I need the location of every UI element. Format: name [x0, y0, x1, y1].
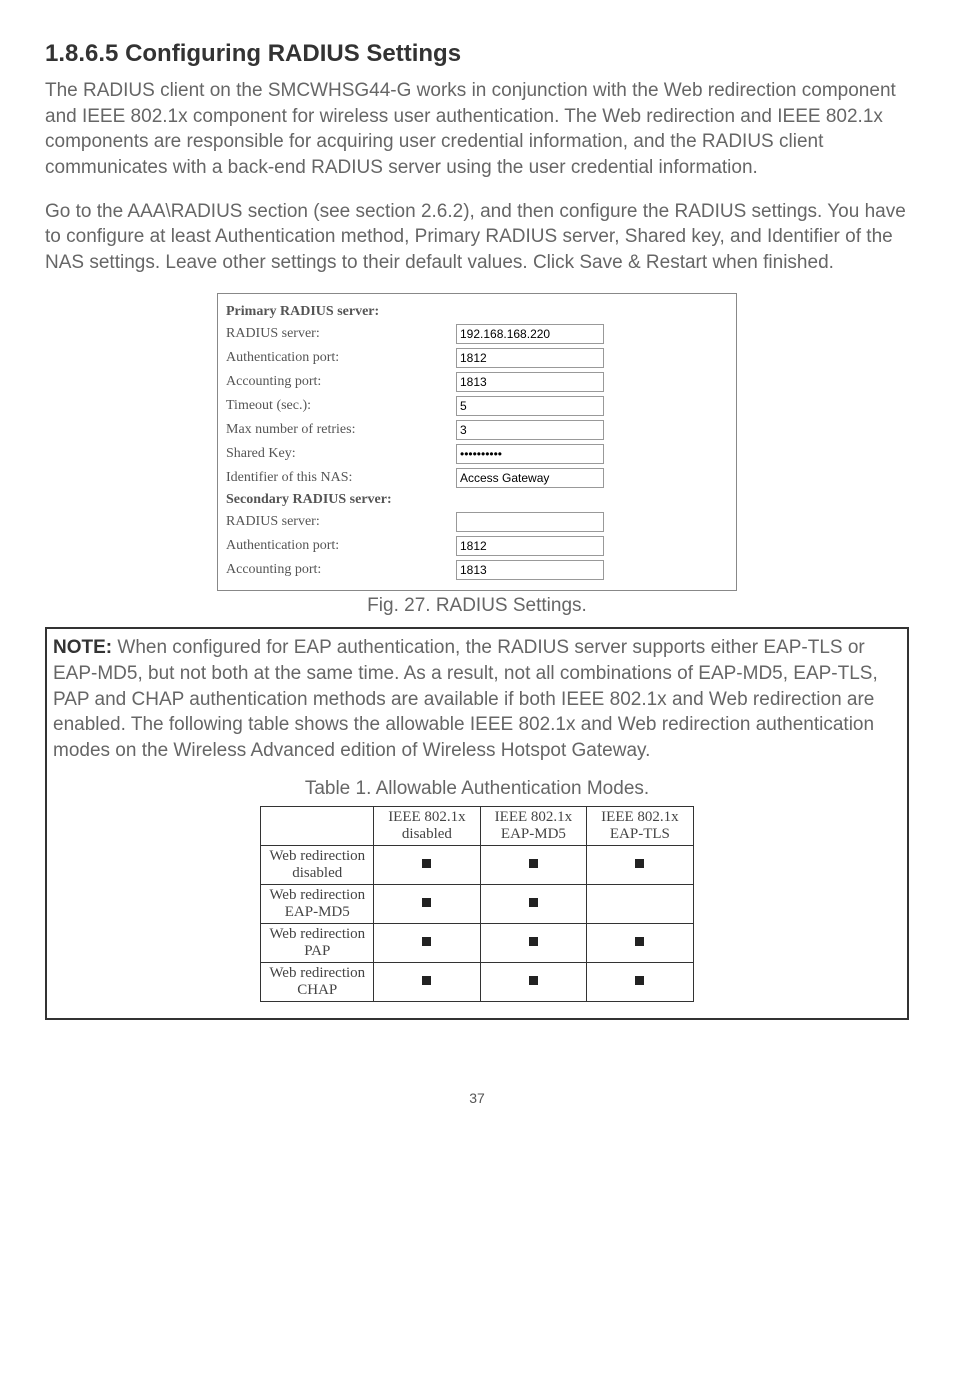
table-cell	[587, 884, 693, 923]
input-primary-shared-key[interactable]	[456, 444, 604, 464]
table-col-header: IEEE 802.1xEAP-TLS	[587, 806, 693, 845]
label-retries: Max number of retries:	[226, 422, 456, 438]
input-primary-timeout[interactable]	[456, 396, 604, 416]
table-corner-cell	[261, 806, 374, 845]
paragraph-1: The RADIUS client on the SMCWHSG44-G wor…	[45, 78, 909, 181]
table-cell	[374, 884, 480, 923]
check-mark-icon	[529, 976, 538, 985]
check-mark-icon	[635, 937, 644, 946]
secondary-server-heading: Secondary RADIUS server:	[226, 492, 728, 508]
input-primary-retries[interactable]	[456, 420, 604, 440]
input-secondary-auth-port[interactable]	[456, 536, 604, 556]
note-label: NOTE:	[53, 637, 112, 658]
note-box: NOTE: When configured for EAP authentica…	[45, 627, 909, 1019]
table-cell	[480, 845, 586, 884]
table-cell	[374, 845, 480, 884]
check-mark-icon	[422, 976, 431, 985]
input-primary-identifier[interactable]	[456, 468, 604, 488]
table-cell	[374, 923, 480, 962]
paragraph-2: Go to the AAA\RADIUS section (see sectio…	[45, 199, 909, 276]
label-auth-port: Authentication port:	[226, 350, 456, 366]
table-row-header: Web redirectionCHAP	[261, 962, 374, 1001]
label-sec-radius-server: RADIUS server:	[226, 514, 456, 530]
table-cell	[587, 923, 693, 962]
check-mark-icon	[529, 937, 538, 946]
label-timeout: Timeout (sec.):	[226, 398, 456, 414]
check-mark-icon	[422, 898, 431, 907]
label-sec-acct-port: Accounting port:	[226, 562, 456, 578]
table-cell	[480, 962, 586, 1001]
input-secondary-server[interactable]	[456, 512, 604, 532]
table-col-header: IEEE 802.1xdisabled	[374, 806, 480, 845]
section-heading: 1.8.6.5 Configuring RADIUS Settings	[45, 40, 909, 68]
table-cell	[587, 962, 693, 1001]
check-mark-icon	[422, 859, 431, 868]
table-cell	[374, 962, 480, 1001]
page-number: 37	[45, 1090, 909, 1106]
table-cell	[480, 884, 586, 923]
check-mark-icon	[635, 976, 644, 985]
input-secondary-acct-port[interactable]	[456, 560, 604, 580]
note-text: NOTE: When configured for EAP authentica…	[53, 635, 901, 763]
input-primary-acct-port[interactable]	[456, 372, 604, 392]
check-mark-icon	[529, 859, 538, 868]
label-shared-key: Shared Key:	[226, 446, 456, 462]
label-acct-port: Accounting port:	[226, 374, 456, 390]
table-cell	[587, 845, 693, 884]
check-mark-icon	[529, 898, 538, 907]
input-primary-auth-port[interactable]	[456, 348, 604, 368]
table-caption: Table 1. Allowable Authentication Modes.	[53, 778, 901, 800]
table-row-header: Web redirectionPAP	[261, 923, 374, 962]
label-identifier: Identifier of this NAS:	[226, 470, 456, 486]
table-head: IEEE 802.1xdisabledIEEE 802.1xEAP-MD5IEE…	[261, 806, 693, 845]
note-body: When configured for EAP authentication, …	[53, 637, 878, 761]
label-sec-auth-port: Authentication port:	[226, 538, 456, 554]
table-row-header: Web redirectionEAP-MD5	[261, 884, 374, 923]
label-radius-server: RADIUS server:	[226, 326, 456, 342]
table-cell	[480, 923, 586, 962]
radius-config-panel: Primary RADIUS server: RADIUS server: Au…	[217, 293, 737, 591]
table-row-header: Web redirectiondisabled	[261, 845, 374, 884]
table-body: Web redirectiondisabledWeb redirectionEA…	[261, 845, 693, 1001]
figure-caption: Fig. 27. RADIUS Settings.	[45, 595, 909, 617]
check-mark-icon	[422, 937, 431, 946]
primary-server-heading: Primary RADIUS server:	[226, 304, 728, 320]
input-primary-server[interactable]	[456, 324, 604, 344]
check-mark-icon	[635, 859, 644, 868]
table-col-header: IEEE 802.1xEAP-MD5	[480, 806, 586, 845]
auth-modes-table: IEEE 802.1xdisabledIEEE 802.1xEAP-MD5IEE…	[260, 806, 693, 1002]
